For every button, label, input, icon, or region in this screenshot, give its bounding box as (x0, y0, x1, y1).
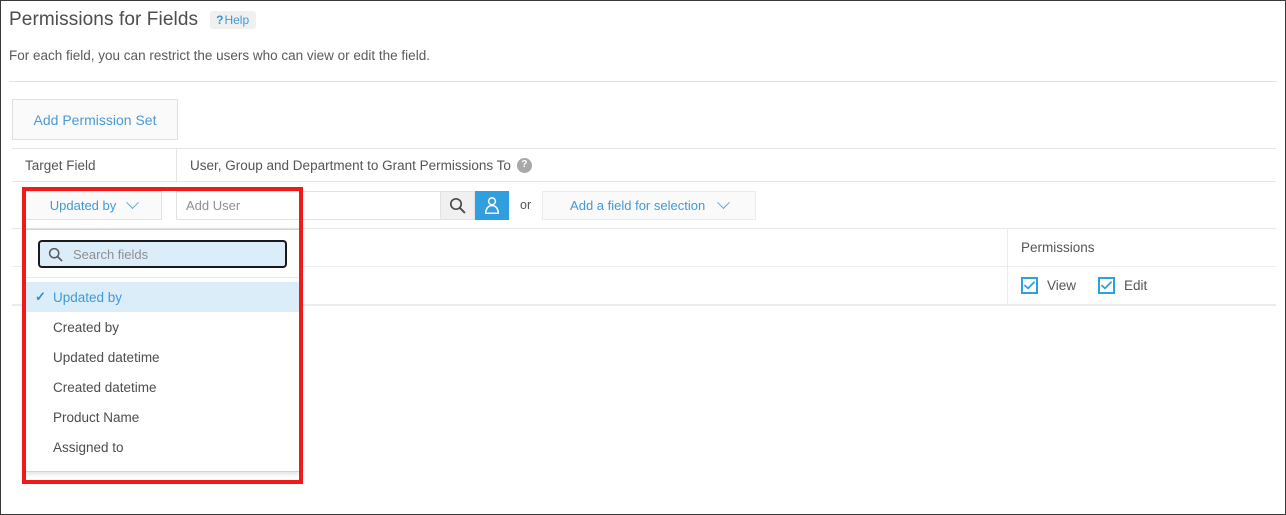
search-icon (449, 197, 466, 214)
permission-edit-checkbox[interactable]: Edit (1098, 277, 1147, 294)
help-button[interactable]: ? Help (210, 11, 256, 29)
person-icon (483, 196, 501, 215)
search-fields-input[interactable] (71, 246, 285, 263)
dropdown-item-created-datetime[interactable]: Created datetime (26, 372, 299, 402)
question-mark-icon: ? (216, 14, 223, 26)
checkbox-checked-icon (1098, 277, 1115, 294)
target-field-select[interactable]: Updated by (25, 191, 162, 220)
check-icon: ✓ (35, 289, 46, 305)
field-select-dropdown: ✓ Updated by Created by Updated datetime… (25, 229, 300, 472)
permission-control-row: Updated by or (12, 182, 1276, 229)
table-header-row: Target Field User, Group and Department … (12, 148, 1276, 182)
add-field-for-selection-button[interactable]: Add a field for selection (542, 191, 756, 220)
dropdown-item-label: Assigned to (53, 440, 124, 455)
checkbox-checked-icon (1021, 277, 1038, 294)
page-header: Permissions for Fields ? Help (9, 9, 256, 31)
or-label: or (520, 198, 531, 212)
page-description: For each field, you can restrict the use… (9, 48, 430, 63)
column-header-grant-to: User, Group and Department to Grant Perm… (177, 149, 1276, 181)
dropdown-item-label: Created datetime (53, 380, 157, 395)
user-search-group (176, 191, 509, 220)
chevron-down-icon (717, 196, 730, 209)
permission-edit-label: Edit (1124, 278, 1147, 293)
add-permission-set-button[interactable]: Add Permission Set (12, 99, 178, 140)
dropdown-item-updated-by[interactable]: ✓ Updated by (26, 282, 299, 312)
help-label: Help (224, 14, 249, 26)
page-title: Permissions for Fields (9, 9, 198, 31)
page-root: Permissions for Fields ? Help For each f… (0, 0, 1286, 515)
search-fields-field[interactable] (38, 240, 287, 268)
dropdown-item-created-by[interactable]: Created by (26, 312, 299, 342)
permission-view-label: View (1047, 278, 1076, 293)
row-permissions-cell: View Edit (1008, 267, 1276, 304)
dropdown-item-label: Updated datetime (53, 350, 160, 365)
dropdown-item-label: Product Name (53, 410, 139, 425)
dropdown-item-list: ✓ Updated by Created by Updated datetime… (26, 278, 299, 471)
permission-view-checkbox[interactable]: View (1021, 277, 1076, 294)
column-header-target-field: Target Field (12, 149, 177, 181)
header-divider (9, 81, 1277, 82)
column-header-permissions: Permissions (1008, 229, 1276, 266)
select-user-button[interactable] (475, 191, 509, 220)
dropdown-search-area (26, 230, 299, 278)
dropdown-item-updated-datetime[interactable]: Updated datetime (26, 342, 299, 372)
dropdown-item-label: Updated by (53, 290, 122, 305)
dropdown-item-assigned-to[interactable]: Assigned to (26, 432, 299, 462)
add-field-label: Add a field for selection (570, 198, 705, 213)
column-header-grant-to-label: User, Group and Department to Grant Perm… (190, 158, 511, 173)
target-field-select-value: Updated by (50, 198, 117, 213)
chevron-down-icon (126, 196, 139, 209)
search-icon (48, 247, 63, 262)
add-user-input[interactable] (176, 191, 440, 220)
dropdown-item-product-name[interactable]: Product Name (26, 402, 299, 432)
dropdown-item-label: Created by (53, 320, 119, 335)
search-button[interactable] (440, 191, 475, 220)
help-circle-icon[interactable]: ? (517, 158, 532, 173)
